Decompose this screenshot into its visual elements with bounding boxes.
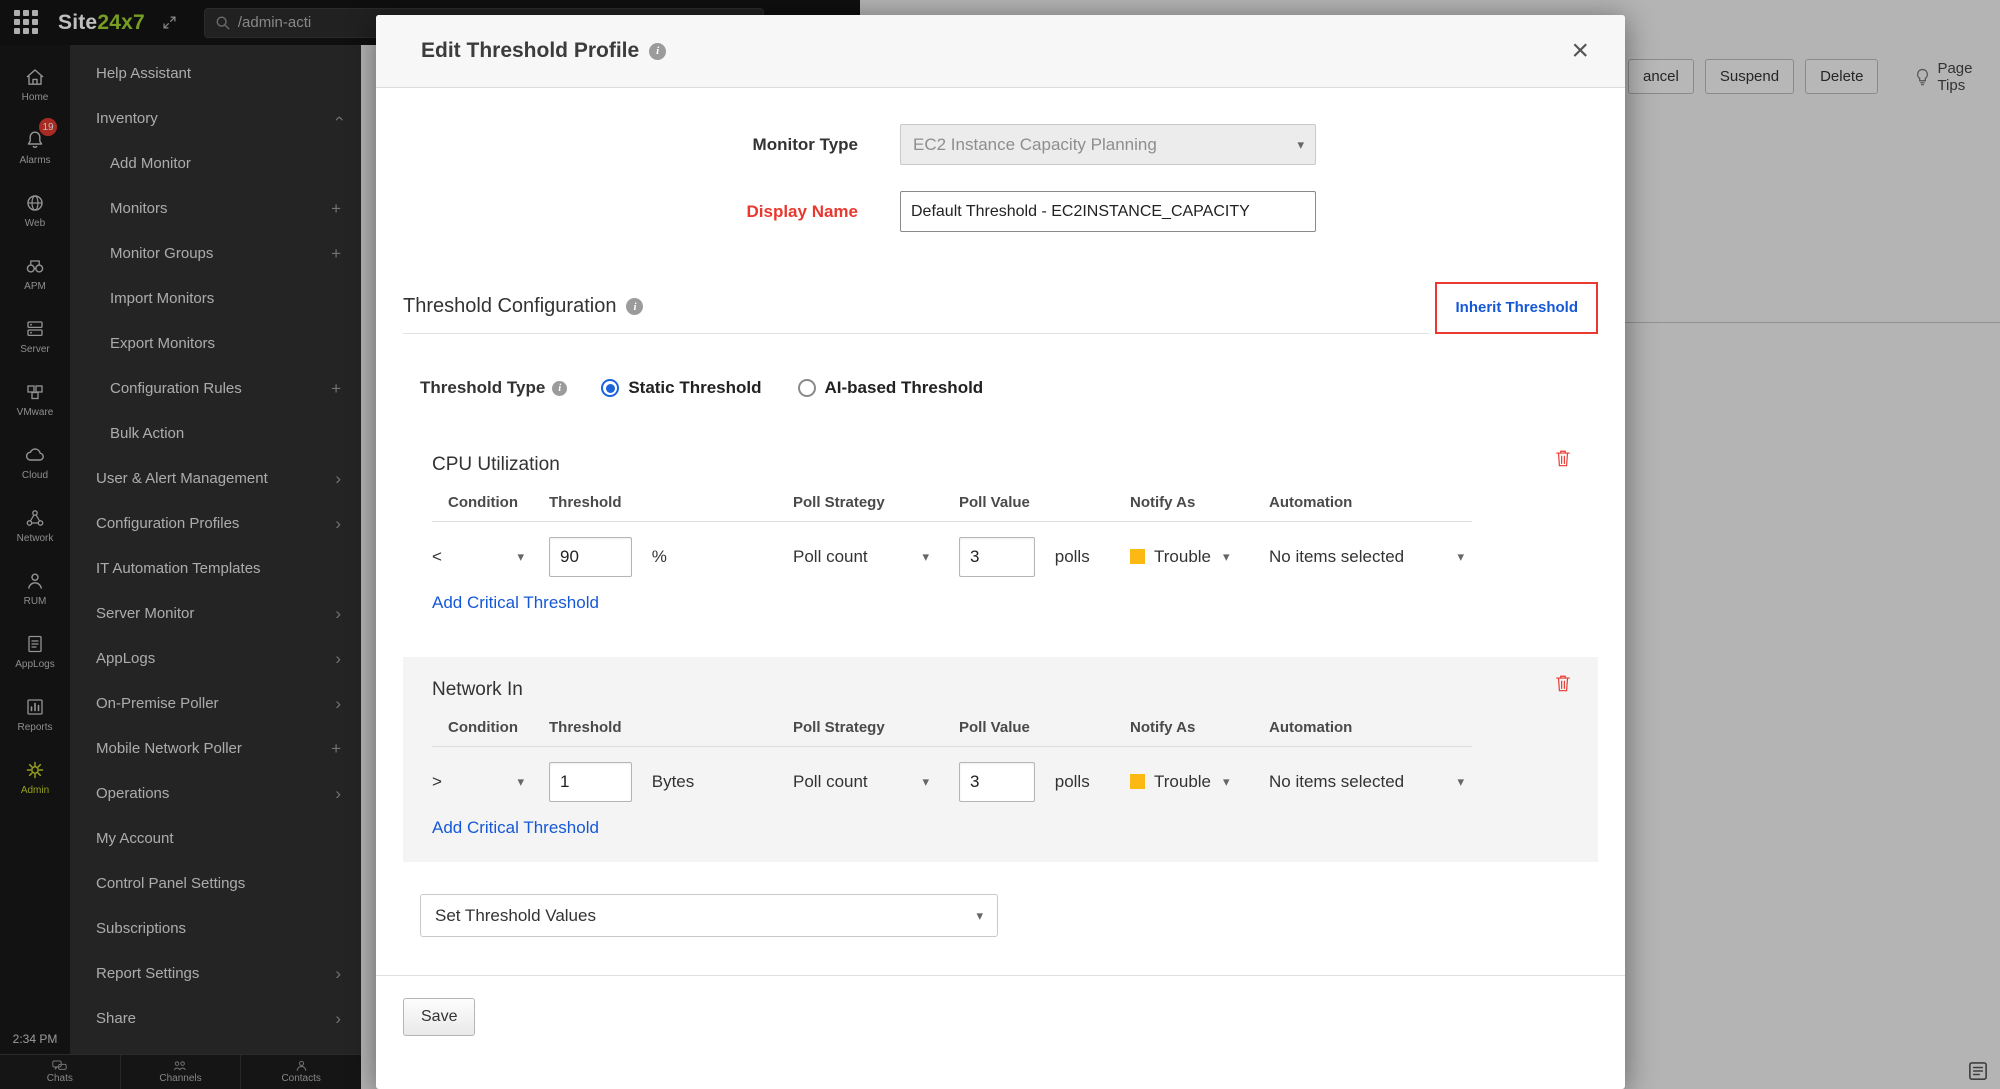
caret-down-icon: ▾ bbox=[1223, 549, 1230, 565]
close-icon[interactable]: × bbox=[1571, 36, 1589, 66]
ai-threshold-label: AI-based Threshold bbox=[825, 378, 984, 398]
threshold-row: < ▾ % Poll count ▾ polls Trouble bbox=[432, 536, 1472, 577]
col-automation: Automation bbox=[1269, 719, 1472, 736]
inherit-threshold-link[interactable]: Inherit Threshold bbox=[1455, 299, 1578, 316]
threshold-type-label: Threshold Type bbox=[420, 378, 545, 398]
threshold-configuration-title-wrap: Threshold Configuration i bbox=[403, 295, 1429, 334]
caret-down-icon: ▾ bbox=[517, 774, 524, 790]
col-poll-strategy: Poll Strategy bbox=[793, 494, 959, 511]
info-icon[interactable]: i bbox=[626, 298, 643, 315]
col-threshold: Threshold bbox=[549, 719, 793, 736]
caret-down-icon: ▾ bbox=[1223, 774, 1230, 790]
caret-down-icon: ▾ bbox=[922, 549, 929, 565]
col-poll-strategy: Poll Strategy bbox=[793, 719, 959, 736]
caret-down-icon: ▾ bbox=[1297, 137, 1304, 153]
threshold-unit: % bbox=[652, 547, 667, 566]
edit-threshold-profile-modal: Edit Threshold Profile i × Monitor Type … bbox=[376, 15, 1625, 1089]
monitor-type-value: EC2 Instance Capacity Planning bbox=[913, 135, 1157, 155]
poll-value-cell: polls bbox=[959, 762, 1130, 802]
section-cpu-utilization: CPU Utilization Condition Threshold Poll… bbox=[403, 432, 1598, 637]
section-title: CPU Utilization bbox=[432, 454, 1569, 476]
threshold-cell: % bbox=[549, 537, 793, 577]
inherit-threshold-highlight: Inherit Threshold bbox=[1435, 282, 1598, 334]
caret-down-icon: ▾ bbox=[922, 774, 929, 790]
trash-icon[interactable] bbox=[1554, 448, 1572, 468]
col-notify-as: Notify As bbox=[1130, 494, 1269, 511]
add-critical-threshold-link[interactable]: Add Critical Threshold bbox=[432, 593, 599, 613]
caret-down-icon: ▾ bbox=[1457, 774, 1464, 790]
threshold-cell: Bytes bbox=[549, 762, 793, 802]
save-button[interactable]: Save bbox=[403, 998, 475, 1036]
col-notify-as: Notify As bbox=[1130, 719, 1269, 736]
modal-title: Edit Threshold Profile bbox=[421, 39, 639, 63]
display-name-input[interactable] bbox=[900, 191, 1316, 232]
notify-as-select[interactable]: Trouble ▾ bbox=[1130, 547, 1252, 567]
poll-value-input[interactable] bbox=[959, 537, 1035, 577]
add-critical-threshold-link[interactable]: Add Critical Threshold bbox=[432, 818, 599, 838]
static-threshold-option[interactable]: Static Threshold bbox=[601, 378, 761, 398]
modal-footer: Save bbox=[376, 975, 1625, 1036]
monitor-type-row: Monitor Type EC2 Instance Capacity Plann… bbox=[376, 124, 1625, 165]
section-network-in: Network In Condition Threshold Poll Stra… bbox=[403, 657, 1598, 862]
notify-as-select[interactable]: Trouble ▾ bbox=[1130, 772, 1252, 792]
condition-select[interactable]: < ▾ bbox=[432, 547, 524, 567]
automation-select[interactable]: No items selected ▾ bbox=[1269, 772, 1464, 792]
col-condition: Condition bbox=[432, 494, 549, 511]
threshold-table-header: Condition Threshold Poll Strategy Poll V… bbox=[432, 719, 1472, 747]
info-icon[interactable]: i bbox=[649, 43, 666, 60]
trouble-color-swatch bbox=[1130, 549, 1145, 564]
static-threshold-radio[interactable] bbox=[601, 379, 619, 397]
modal-body: Monitor Type EC2 Instance Capacity Plann… bbox=[376, 88, 1625, 1036]
section-title: Network In bbox=[432, 679, 1569, 701]
static-threshold-label: Static Threshold bbox=[628, 378, 761, 398]
threshold-unit: Bytes bbox=[652, 772, 695, 791]
threshold-input[interactable] bbox=[549, 537, 632, 577]
display-name-label: Display Name bbox=[376, 202, 858, 222]
set-threshold-values-label: Set Threshold Values bbox=[435, 906, 596, 926]
threshold-configuration-title: Threshold Configuration bbox=[403, 295, 616, 318]
condition-select[interactable]: > ▾ bbox=[432, 772, 524, 792]
info-icon[interactable]: i bbox=[552, 381, 567, 396]
ai-threshold-radio[interactable] bbox=[798, 379, 816, 397]
threshold-configuration-header: Threshold Configuration i Inherit Thresh… bbox=[403, 282, 1598, 334]
monitor-type-select[interactable]: EC2 Instance Capacity Planning ▾ bbox=[900, 124, 1316, 165]
poll-value-input[interactable] bbox=[959, 762, 1035, 802]
poll-value-cell: polls bbox=[959, 537, 1130, 577]
caret-down-icon: ▾ bbox=[1457, 549, 1464, 565]
threshold-input[interactable] bbox=[549, 762, 632, 802]
caret-down-icon: ▾ bbox=[976, 908, 983, 924]
poll-strategy-select[interactable]: Poll count ▾ bbox=[793, 547, 929, 567]
threshold-row: > ▾ Bytes Poll count ▾ polls Troubl bbox=[432, 761, 1472, 802]
col-automation: Automation bbox=[1269, 494, 1472, 511]
threshold-table-header: Condition Threshold Poll Strategy Poll V… bbox=[432, 494, 1472, 522]
poll-strategy-select[interactable]: Poll count ▾ bbox=[793, 772, 929, 792]
trash-icon[interactable] bbox=[1554, 673, 1572, 693]
ai-threshold-option[interactable]: AI-based Threshold bbox=[798, 378, 984, 398]
col-poll-value: Poll Value bbox=[959, 494, 1130, 511]
automation-select[interactable]: No items selected ▾ bbox=[1269, 547, 1464, 567]
caret-down-icon: ▾ bbox=[517, 549, 524, 565]
poll-unit: polls bbox=[1055, 547, 1090, 566]
threshold-type-row: Threshold Type i Static Threshold AI-bas… bbox=[420, 378, 1625, 398]
trouble-color-swatch bbox=[1130, 774, 1145, 789]
col-threshold: Threshold bbox=[549, 494, 793, 511]
set-threshold-values-select[interactable]: Set Threshold Values ▾ bbox=[420, 894, 998, 937]
col-poll-value: Poll Value bbox=[959, 719, 1130, 736]
poll-unit: polls bbox=[1055, 772, 1090, 791]
col-condition: Condition bbox=[432, 719, 549, 736]
display-name-row: Display Name bbox=[376, 191, 1625, 232]
modal-header: Edit Threshold Profile i × bbox=[376, 15, 1625, 88]
monitor-type-label: Monitor Type bbox=[376, 135, 858, 155]
